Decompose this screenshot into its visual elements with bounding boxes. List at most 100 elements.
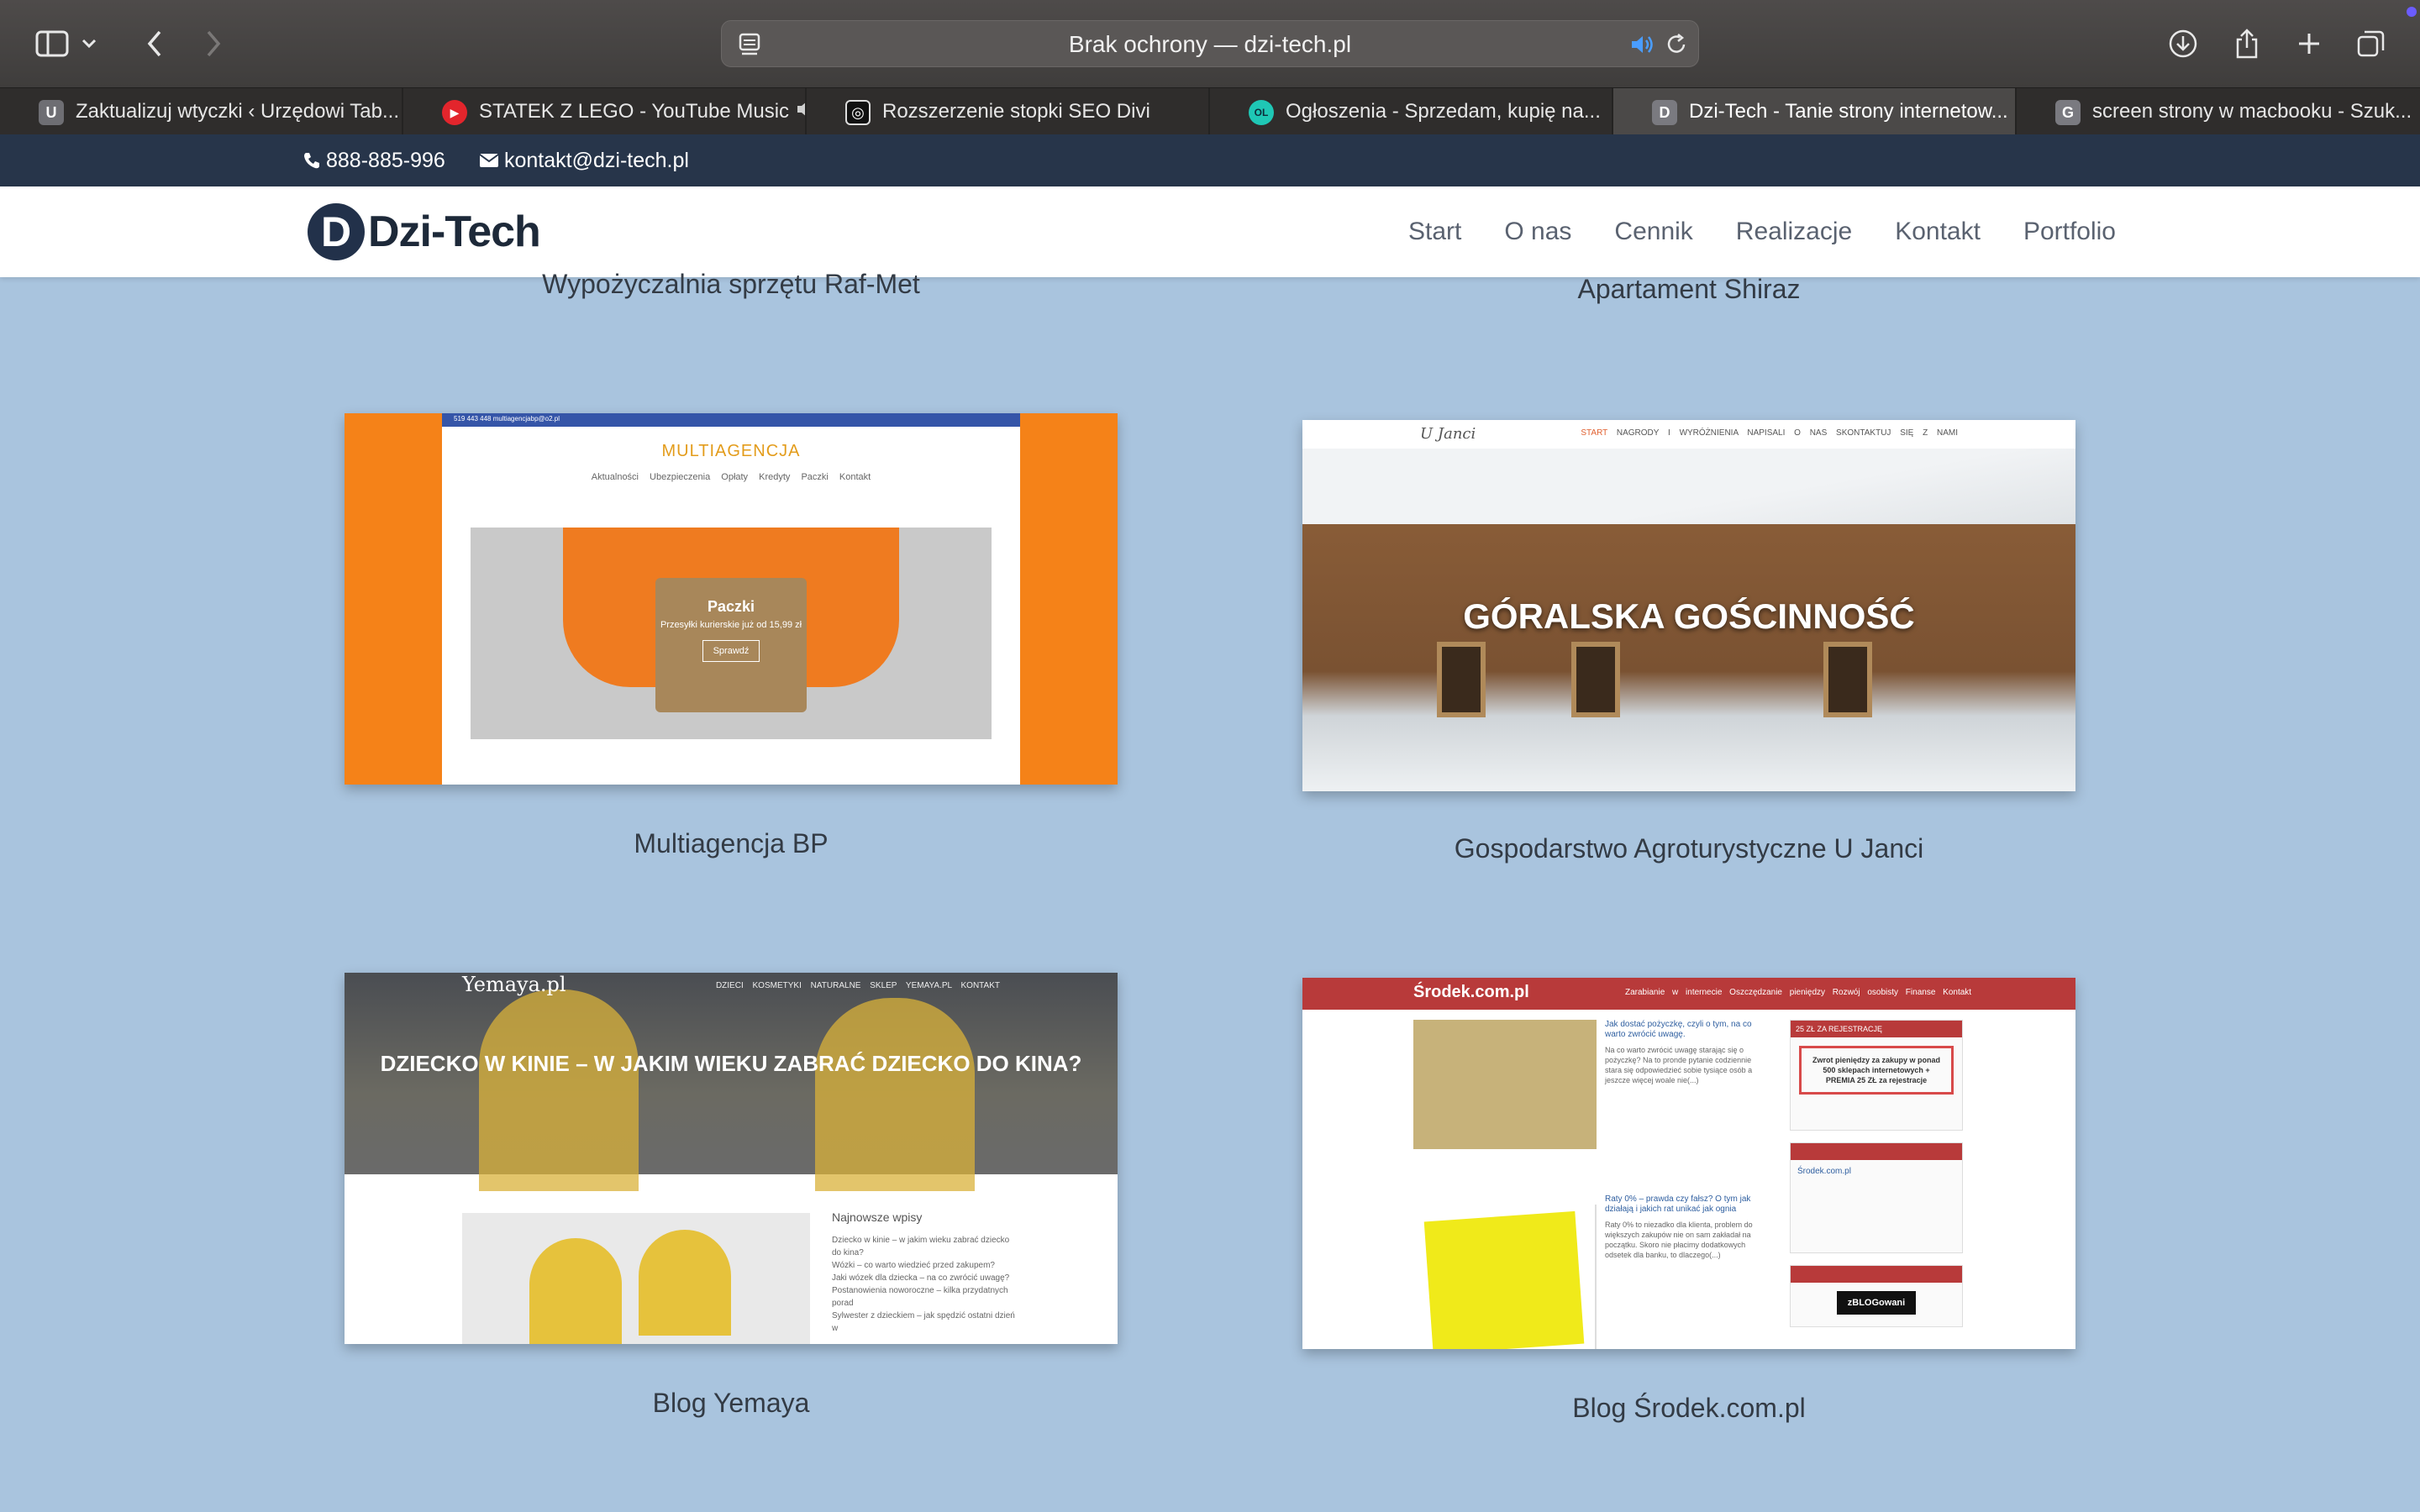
portfolio-caption[interactable]: Wypożyczalnia sprzętu Raf-Met bbox=[345, 269, 1118, 300]
thumb-house-photo: GÓRALSKA GOŚCINNOŚĆ bbox=[1302, 449, 2075, 791]
tab-item[interactable]: G screen strony w macbooku - Szuk... bbox=[2017, 88, 2420, 135]
tab-overview-icon[interactable] bbox=[2349, 22, 2393, 66]
google-icon: G bbox=[2055, 100, 2081, 125]
tab-item[interactable]: ◎ Rozszerzenie stopki SEO Divi bbox=[807, 88, 1210, 135]
thumb-photo bbox=[462, 1213, 810, 1344]
portfolio-thumbnail[interactable]: Yemaya.pl DZIECI KOSMETYKI NATURALNE SKL… bbox=[345, 973, 1118, 1344]
portfolio-thumbnail[interactable]: 519 443 448 multiagencjabp@o2.pl MULTIAG… bbox=[345, 413, 1118, 785]
email-link[interactable]: kontakt@dzi-tech.pl bbox=[479, 134, 689, 186]
thumb-hero-sub: Przesyłki kurierskie już od 15,99 zł bbox=[660, 620, 802, 630]
thumb-sidebar-item: Wózki – co warto wiedzieć przed zakupem? bbox=[832, 1261, 995, 1270]
thumb-window bbox=[1571, 642, 1620, 717]
thumb-header: Środek.com.pl Zarabianie w internecie Os… bbox=[1302, 978, 2075, 1010]
thumb-menu: Zarabianie w internecie Oszczędzanie pie… bbox=[1625, 988, 1972, 997]
address-bar[interactable]: Brak ochrony — dzi-tech.pl bbox=[721, 20, 1699, 67]
address-text: Brak ochrony — dzi-tech.pl bbox=[1068, 31, 1352, 57]
portfolio-thumbnail[interactable]: U Janci START NAGRODY I WYRÓŻNIENIA NAPI… bbox=[1302, 420, 2075, 791]
tab-label: screen strony w macbooku - Szuk... bbox=[2092, 100, 2412, 123]
thumb-side-name: Środek.com.pl bbox=[1797, 1167, 1851, 1176]
chevron-down-icon[interactable] bbox=[77, 22, 101, 66]
sidebar-toggle-icon[interactable] bbox=[30, 22, 74, 66]
thumb-logo: U Janci bbox=[1420, 425, 1476, 443]
tab-item[interactable]: OL Ogłoszenia - Sprzedam, kupię na... bbox=[1210, 88, 1613, 135]
portfolio-caption[interactable]: Apartament Shiraz bbox=[1302, 274, 2075, 305]
thumb-hero: Paczki Przesyłki kurierskie już od 15,99… bbox=[471, 528, 992, 739]
forward-icon[interactable] bbox=[192, 22, 235, 66]
nav-portfolio[interactable]: Portfolio bbox=[2023, 218, 2116, 246]
reload-icon[interactable] bbox=[1665, 33, 1688, 60]
thumb-side-badge: zBLOGowani bbox=[1837, 1291, 1916, 1315]
thumb-header: U Janci START NAGRODY I WYRÓŻNIENIA NAPI… bbox=[1302, 420, 2075, 449]
browser-toolbar: Brak ochrony — dzi-tech.pl bbox=[0, 0, 2420, 87]
tab-item-active[interactable]: D Dzi-Tech - Tanie strony internetow... bbox=[1613, 88, 2017, 135]
portfolio-caption[interactable]: Multiagencja BP bbox=[345, 828, 1118, 859]
thumb-sidebar-heading: Najnowsze wpisy bbox=[832, 1210, 923, 1224]
thumb-sidebar: Najnowsze wpisy Dziecko w kinie – w jaki… bbox=[832, 1211, 1017, 1335]
thumb-post: Raty 0% – prawda czy fałsz? O tym jak dz… bbox=[1605, 1194, 1765, 1260]
nav-cennik[interactable]: Cennik bbox=[1614, 218, 1692, 246]
phone-link[interactable]: 888-885-996 bbox=[302, 134, 445, 186]
nav-o-nas[interactable]: O nas bbox=[1504, 218, 1571, 246]
new-tab-icon[interactable] bbox=[2287, 22, 2331, 66]
thumb-side-widget: zBLOGowani bbox=[1790, 1265, 1963, 1327]
speaker-icon[interactable] bbox=[1629, 33, 1655, 60]
tab-audio-icon[interactable] bbox=[796, 99, 805, 125]
thumb-topbar-text: 519 443 448 multiagencjabp@o2.pl bbox=[454, 415, 560, 423]
thumb-menu: DZIECI KOSMETYKI NATURALNE SKLEP YEMAYA.… bbox=[715, 981, 1000, 990]
thumb-post-text: Raty 0% to niezadko dla klienta, problem… bbox=[1605, 1221, 1753, 1259]
thumb-sidebar-item: Postanowienia noworoczne – kilka przydat… bbox=[832, 1286, 1008, 1308]
thumb-minion bbox=[479, 990, 639, 1191]
thumb-topbar: 519 443 448 multiagencjabp@o2.pl bbox=[442, 413, 1020, 427]
phone-icon bbox=[304, 153, 319, 169]
downloads-icon[interactable] bbox=[2161, 22, 2205, 66]
phone-number: 888-885-996 bbox=[326, 148, 445, 172]
portfolio-caption[interactable]: Blog Yemaya bbox=[345, 1388, 1118, 1419]
site-contact-bar: 888-885-996 kontakt@dzi-tech.pl bbox=[0, 134, 2420, 186]
tab-item[interactable]: ▶ STATEK Z LEGO - YouTube Music bbox=[403, 88, 807, 135]
main-nav: Start O nas Cennik Realizacje Kontakt Po… bbox=[1408, 186, 2116, 277]
thumb-post-title: Jak dostać pożyczkę, czyli o tym, na co … bbox=[1605, 1020, 1752, 1039]
thumb-side-heading: 25 ZŁ ZA REJESTRACJĘ bbox=[1791, 1021, 1962, 1037]
thumb-title: GÓRALSKA GOŚCINNOŚĆ bbox=[1463, 596, 1915, 636]
nav-realizacje[interactable]: Realizacje bbox=[1736, 218, 1852, 246]
nav-kontakt[interactable]: Kontakt bbox=[1895, 218, 1981, 246]
portfolio-thumbnail[interactable]: Środek.com.pl Zarabianie w internecie Os… bbox=[1302, 978, 2075, 1349]
site-logo[interactable]: D Dzi-Tech bbox=[308, 200, 541, 264]
logo-name: Dzi-Tech bbox=[368, 207, 541, 256]
thumb-minion bbox=[529, 1238, 622, 1344]
thumb-side-text: Zwrot pieniędzy za zakupy w ponad 500 sk… bbox=[1799, 1046, 1954, 1095]
tab-bar: U Zaktualizuj wtyczki ‹ Urzędowi Tab... … bbox=[0, 87, 2420, 135]
thumb-brand: Środek.com.pl bbox=[1413, 983, 1529, 1001]
logo-mark: D bbox=[308, 203, 365, 260]
tab-favicon-icon: D bbox=[1652, 100, 1677, 125]
email-address: kontakt@dzi-tech.pl bbox=[504, 148, 689, 172]
nav-start[interactable]: Start bbox=[1408, 218, 1461, 246]
thumb-window bbox=[1437, 642, 1486, 717]
portfolio-caption[interactable]: Blog Środek.com.pl bbox=[1302, 1393, 2075, 1424]
thumb-post-image bbox=[1423, 1210, 1585, 1349]
tab-favicon-icon: U bbox=[39, 100, 64, 125]
youtube-music-icon: ▶ bbox=[442, 100, 467, 125]
thumb-nav-start: START bbox=[1581, 428, 1608, 438]
thumb-logo: Yemaya.pl bbox=[462, 973, 566, 996]
thumb-post-title: Raty 0% – prawda czy fałsz? O tym jak dz… bbox=[1605, 1194, 1751, 1214]
tab-item[interactable]: U Zaktualizuj wtyczki ‹ Urzędowi Tab... bbox=[0, 88, 403, 135]
tab-label: Ogłoszenia - Sprzedam, kupię na... bbox=[1286, 100, 1601, 123]
thumb-window bbox=[1823, 642, 1872, 717]
back-icon[interactable] bbox=[133, 22, 176, 66]
thumb-side-widget: Środek.com.pl bbox=[1790, 1142, 1963, 1253]
share-icon[interactable] bbox=[2225, 22, 2269, 66]
tab-label: Rozszerzenie stopki SEO Divi bbox=[882, 100, 1150, 123]
site-header: D Dzi-Tech Start O nas Cennik Realizacje… bbox=[0, 186, 2420, 277]
thumb-brand: MULTIAGENCJA bbox=[661, 442, 801, 460]
chatgpt-icon: ◎ bbox=[845, 100, 871, 125]
thumb-page: 519 443 448 multiagencjabp@o2.pl MULTIAG… bbox=[442, 413, 1020, 785]
thumb-title: DZIECKO W KINIE – W JAKIM WIEKU ZABRAĆ D… bbox=[380, 1051, 1082, 1076]
olx-icon: OL bbox=[1249, 100, 1274, 125]
indicator-dot-icon bbox=[2407, 7, 2417, 17]
portfolio-caption[interactable]: Gospodarstwo Agroturystyczne U Janci bbox=[1302, 833, 2075, 864]
thumb-post-image bbox=[1413, 1020, 1597, 1149]
thumb-menu: Aktualności Ubezpieczenia Opłaty Kredyty… bbox=[591, 472, 871, 482]
thumb-side-heading-bar bbox=[1791, 1143, 1962, 1160]
thumb-sidebar-item: Dziecko w kinie – w jakim wieku zabrać d… bbox=[832, 1236, 1010, 1257]
